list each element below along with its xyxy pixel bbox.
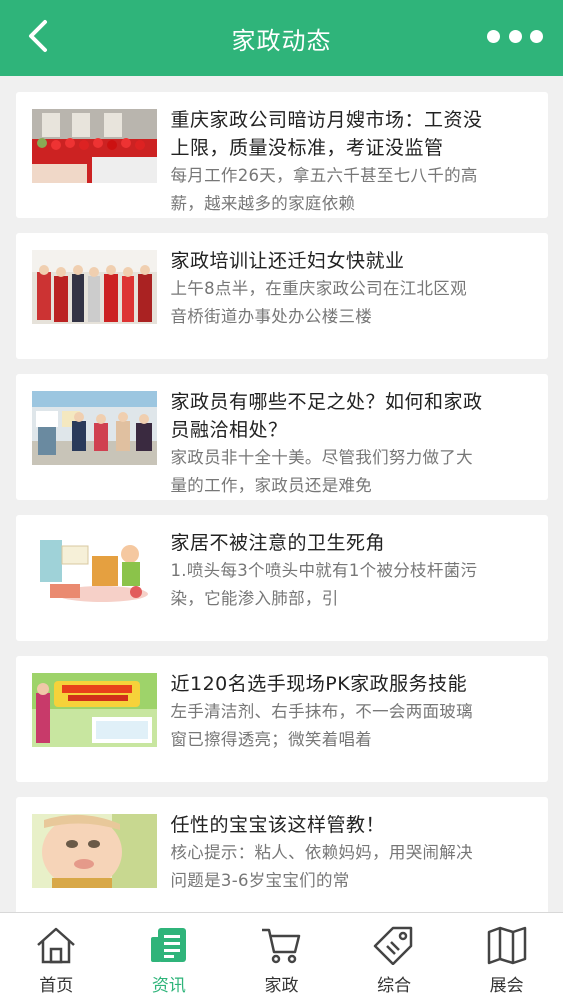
article-text: 家政培训让还迁妇女快就业 上午8点半，在重庆家政公司在江北区观音桥街道办事处办公… (171, 247, 483, 359)
article-headline: 家政员有哪些不足之处？如何和家政员融洽相处？ (170, 391, 483, 441)
article-summary: 每月工作26天，拿五六千甚至七八千的高薪，越来越多的家庭依赖 (170, 166, 478, 213)
tab-label: 首页 (39, 976, 74, 996)
tab-label: 资讯 (151, 976, 186, 996)
tab-label: 综合 (377, 976, 412, 996)
back-button[interactable] (16, 14, 60, 58)
more-button[interactable] (487, 16, 543, 56)
chevron-left-icon (29, 20, 47, 52)
article-summary: 左手清洁剂、右手抹布，不一会两面玻璃窗已擦得透亮；微笑着唱着 (170, 702, 473, 749)
article-thumbnail (31, 250, 157, 324)
article-list[interactable]: 重庆家政公司暗访月嫂市场：工资没上限，质量没标准，考证没监管 每月工作26天，拿… (0, 76, 563, 912)
article-card[interactable]: 任性的宝宝该这样管教！ 核心提示：粘人、依赖妈妈，用哭闹解决问题是3-6岁宝宝们… (15, 797, 548, 912)
article-text: 家居不被注意的卫生死角 1.喷头每3个喷头中就有1个被分枝杆菌污染，它能渗入肺部… (171, 529, 483, 641)
cart-icon (259, 925, 303, 965)
article-text: 重庆家政公司暗访月嫂市场：工资没上限，质量没标准，考证没监管 每月工作26天，拿… (171, 106, 483, 218)
article-summary: 上午8点半，在重庆家政公司在江北区观音桥街道办事处办公楼三楼 (170, 279, 467, 326)
article-text: 家政员有哪些不足之处？如何和家政员融洽相处？ 家政员非十全十美。尽管我们努力做了… (171, 388, 483, 500)
article-headline: 家居不被注意的卫生死角 (170, 532, 386, 554)
tag-icon (372, 925, 416, 965)
article-thumbnail (31, 814, 157, 888)
article-headline: 家政培训让还迁妇女快就业 (170, 250, 405, 272)
article-headline: 近120名选手现场PK家政服务技能 (170, 673, 468, 695)
article-card[interactable]: 家居不被注意的卫生死角 1.喷头每3个喷头中就有1个被分枝杆菌污染，它能渗入肺部… (15, 515, 548, 641)
tab-label: 展会 (489, 976, 524, 996)
article-summary: 核心提示：粘人、依赖妈妈，用哭闹解决问题是3-6岁宝宝们的常 (170, 843, 473, 890)
news-icon (147, 925, 191, 965)
tab-housekeeping[interactable]: 家政 (225, 913, 338, 1000)
tab-label: 家政 (264, 976, 299, 996)
article-thumbnail (31, 109, 157, 183)
article-summary: 1.喷头每3个喷头中就有1个被分枝杆菌污染，它能渗入肺部，引 (170, 561, 478, 608)
more-dot (530, 29, 543, 43)
tab-home[interactable]: 首页 (0, 913, 113, 1000)
article-card[interactable]: 重庆家政公司暗访月嫂市场：工资没上限，质量没标准，考证没监管 每月工作26天，拿… (15, 92, 548, 218)
article-thumbnail (31, 391, 157, 465)
map-icon (485, 925, 529, 965)
article-text: 近120名选手现场PK家政服务技能 左手清洁剂、右手抹布，不一会两面玻璃窗已擦得… (171, 670, 483, 782)
article-card[interactable]: 近120名选手现场PK家政服务技能 左手清洁剂、右手抹布，不一会两面玻璃窗已擦得… (15, 656, 548, 782)
bottom-tab-bar: 首页 资讯 家政 综合 展会 (0, 912, 563, 1000)
article-card[interactable]: 家政培训让还迁妇女快就业 上午8点半，在重庆家政公司在江北区观音桥街道办事处办公… (15, 233, 548, 359)
tab-general[interactable]: 综合 (338, 913, 451, 1000)
tab-exhibition[interactable]: 展会 (450, 913, 563, 1000)
article-headline: 重庆家政公司暗访月嫂市场：工资没上限，质量没标准，考证没监管 (170, 109, 483, 159)
tab-news[interactable]: 资讯 (113, 913, 226, 1000)
article-summary: 家政员非十全十美。尽管我们努力做了大量的工作，家政员还是难免 (170, 448, 473, 495)
top-bar: 家政动态 (0, 0, 563, 76)
more-dot (508, 29, 522, 43)
article-card[interactable]: 家政员有哪些不足之处？如何和家政员融洽相处？ 家政员非十全十美。尽管我们努力做了… (15, 374, 548, 500)
article-text: 任性的宝宝该这样管教！ 核心提示：粘人、依赖妈妈，用哭闹解决问题是3-6岁宝宝们… (171, 811, 483, 912)
home-icon (34, 925, 78, 965)
article-thumbnail (31, 673, 157, 747)
more-dot (487, 29, 500, 43)
page-title: 家政动态 (231, 26, 332, 55)
article-headline: 任性的宝宝该这样管教！ (170, 814, 386, 836)
article-thumbnail (31, 532, 157, 606)
